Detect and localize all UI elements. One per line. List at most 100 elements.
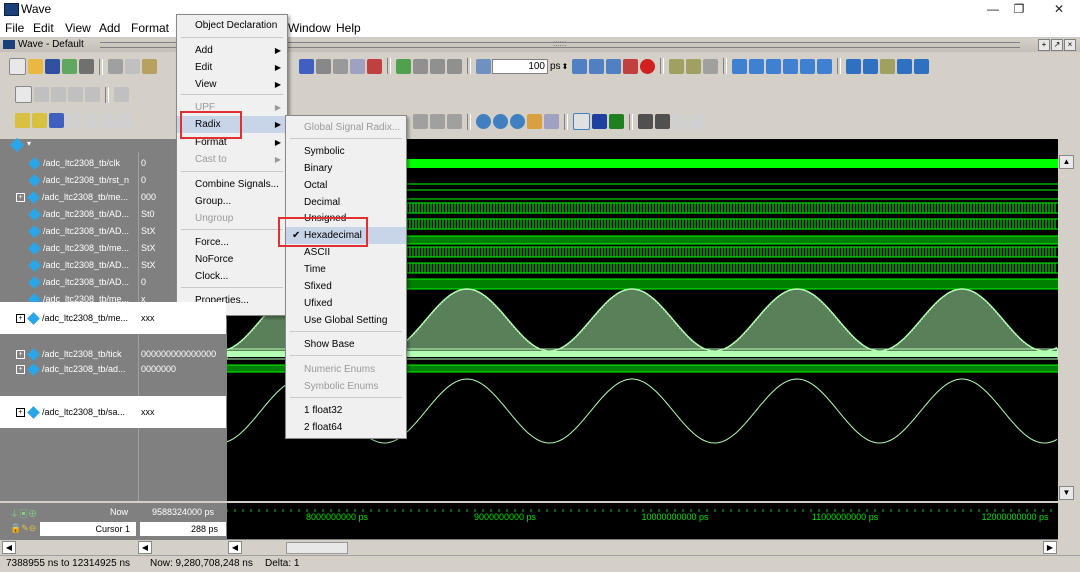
layout-5-icon[interactable]	[914, 58, 930, 74]
zoom-range-icon[interactable]	[544, 114, 559, 129]
print-icon[interactable]	[79, 59, 94, 74]
unit-spinner-icon[interactable]: ⬍	[562, 62, 569, 71]
nav-up-icon[interactable]	[732, 58, 748, 74]
wave-format-3-icon[interactable]	[672, 114, 687, 129]
signal-row[interactable]: /adc_ltc2308_tb/AD...	[0, 223, 138, 239]
hscroll-left-icon[interactable]: ◀	[2, 541, 16, 554]
find-next-icon[interactable]	[430, 114, 445, 129]
dock-icon[interactable]: +	[1038, 39, 1050, 51]
simulate-icon[interactable]	[350, 58, 365, 74]
menu-object-declaration[interactable]: Object Declaration	[177, 17, 287, 34]
nav-down-icon[interactable]	[766, 58, 782, 74]
signal-row[interactable]: + /adc_ltc2308_tb/me...	[0, 189, 138, 205]
signal-row[interactable]: + /adc_ltc2308_tb/me...	[0, 302, 138, 334]
compile-icon[interactable]	[299, 58, 314, 74]
radix-decimal[interactable]: Decimal	[286, 194, 406, 211]
step-over-icon[interactable]	[686, 58, 702, 74]
radix-show-base[interactable]: Show Base	[286, 336, 406, 353]
hscroll-left-2-icon[interactable]: ◀	[138, 541, 152, 554]
radix-symbolic[interactable]: Symbolic	[286, 143, 406, 160]
nav-end-icon[interactable]	[817, 58, 833, 74]
save-icon[interactable]	[45, 59, 60, 74]
expand-icon[interactable]: +	[16, 365, 25, 375]
signal-header-icon[interactable]	[9, 137, 25, 153]
zoom-mode-icon[interactable]	[34, 87, 49, 102]
nav-prev-icon[interactable]	[800, 58, 816, 74]
play-icon[interactable]	[114, 87, 129, 102]
cursor-1-label-box[interactable]: Cursor 1	[40, 522, 136, 536]
maximize-icon[interactable]: ❐	[1006, 1, 1032, 17]
wave-format-4-icon[interactable]	[689, 114, 704, 129]
edge-next-icon[interactable]	[66, 113, 81, 128]
expand-icon[interactable]: +	[16, 350, 25, 360]
wave-format-1-icon[interactable]	[638, 114, 653, 129]
layout-4-icon[interactable]	[897, 58, 913, 74]
signal-row[interactable]: /adc_ltc2308_tb/clk	[0, 155, 138, 171]
insert-icon[interactable]	[85, 87, 100, 102]
step-into-icon[interactable]	[669, 58, 685, 74]
hscroll-thumb[interactable]	[286, 542, 348, 554]
menu-edit[interactable]: Edit ▶	[177, 59, 287, 76]
header-dropdown-icon[interactable]: ▾	[27, 139, 31, 148]
radix-use-global-setting[interactable]: Use Global Setting	[286, 312, 406, 329]
close-icon[interactable]: ✕	[1046, 1, 1072, 17]
menu-file[interactable]: File	[5, 21, 24, 35]
scroll-up-icon[interactable]: ▲	[1059, 155, 1074, 169]
menu-add[interactable]: Add	[99, 21, 120, 35]
edge-last-icon[interactable]	[100, 113, 115, 128]
edge-falling-icon[interactable]	[32, 113, 47, 128]
menu-view[interactable]: View	[65, 21, 91, 35]
menu-add[interactable]: Add ▶	[177, 42, 287, 59]
signal-row[interactable]: /adc_ltc2308_tb/AD...	[0, 257, 138, 273]
nav-loop-icon[interactable]	[749, 58, 765, 74]
expand-icon[interactable]: +	[16, 408, 25, 418]
radix-2-float64[interactable]: 2 float64	[286, 419, 406, 436]
zoom-cursor-icon[interactable]	[527, 114, 542, 129]
edit-mode-icon[interactable]	[68, 87, 83, 102]
undock-icon[interactable]: ↗	[1051, 39, 1063, 51]
cursor-1-value-box[interactable]: 288 ps	[140, 522, 226, 536]
timeline-ruler[interactable]: 8000000000 ps 9000000000 ps 10000000000 ps…	[227, 503, 1058, 539]
pan-mode-icon[interactable]	[51, 87, 66, 102]
layout-3-icon[interactable]	[880, 58, 896, 74]
paste-icon[interactable]	[142, 59, 157, 74]
menu-format[interactable]: Format	[131, 21, 169, 35]
compile-all-icon[interactable]	[316, 58, 331, 74]
edge-prev-icon[interactable]	[49, 113, 64, 128]
menu-edit[interactable]: Edit	[33, 21, 54, 35]
cursor-lock-icon[interactable]: 🔒✎⊖	[10, 523, 36, 534]
radix-1-float32[interactable]: 1 float32	[286, 402, 406, 419]
memory-icon[interactable]	[333, 58, 348, 74]
vertical-scrollbar[interactable]: ▲ ▼	[1058, 152, 1074, 502]
cursor-green-icon[interactable]	[609, 114, 624, 129]
continue-icon[interactable]	[589, 58, 605, 74]
expand-icon[interactable]: +	[16, 314, 25, 324]
signal-row[interactable]: + /adc_ltc2308_tb/sa...	[0, 396, 138, 428]
radix-sfixed[interactable]: Sfixed	[286, 278, 406, 295]
edge-first-icon[interactable]	[83, 113, 98, 128]
edge-rising-icon[interactable]	[15, 113, 30, 128]
menu-view[interactable]: View ▶	[177, 76, 287, 93]
hscroll-left-3-icon[interactable]: ◀	[228, 541, 242, 554]
find-icon[interactable]	[413, 114, 428, 129]
expand-icon[interactable]: +	[16, 193, 25, 203]
open-icon[interactable]	[28, 59, 43, 74]
menu-help[interactable]: Help	[336, 21, 361, 35]
radix-ufixed[interactable]: Ufixed	[286, 295, 406, 312]
zoom-in-icon[interactable]	[476, 114, 491, 129]
hscroll-right-icon[interactable]: ▶	[1043, 541, 1057, 554]
copy-icon[interactable]	[125, 59, 140, 74]
radix-time[interactable]: Time	[286, 261, 406, 278]
subwindow-close-icon[interactable]: ×	[1064, 39, 1076, 51]
stop-icon[interactable]	[640, 58, 656, 74]
signal-row[interactable]: + /adc_ltc2308_tb/tick	[0, 347, 138, 362]
radix-octal[interactable]: Octal	[286, 177, 406, 194]
run-all-icon[interactable]	[606, 58, 622, 74]
run-length-input[interactable]	[492, 58, 548, 74]
signal-row[interactable]: /adc_ltc2308_tb/rst_n	[0, 172, 138, 188]
forward-icon[interactable]	[447, 58, 462, 74]
step-icon[interactable]	[396, 58, 411, 74]
edge-all-icon[interactable]	[117, 113, 132, 128]
run-icon[interactable]	[572, 58, 588, 74]
break-icon[interactable]	[367, 58, 382, 74]
